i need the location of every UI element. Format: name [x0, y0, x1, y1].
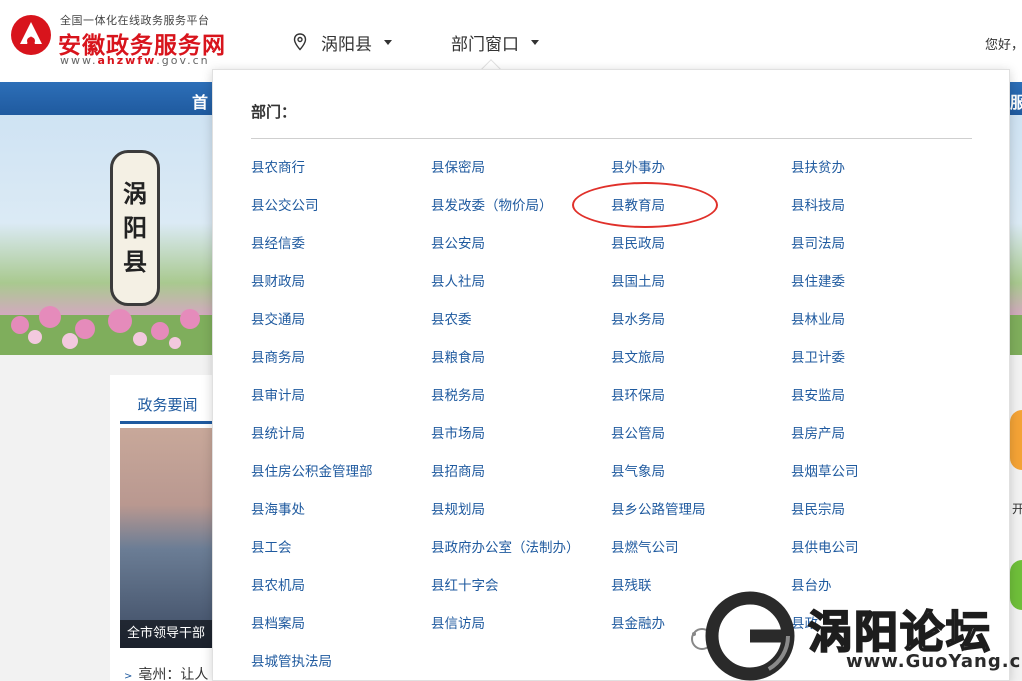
dept-link[interactable]: 县农机局	[251, 576, 431, 614]
side-text: 开	[1012, 502, 1022, 516]
dept-link[interactable]: 县农委	[431, 310, 611, 348]
location-pin-icon	[293, 33, 307, 51]
brand-url: www.ahzwfw.gov.cn	[60, 54, 210, 67]
dept-window-label: 部门窗口	[451, 34, 519, 55]
chevron-down-icon	[531, 39, 539, 45]
dept-link[interactable]: 县农商行	[251, 158, 431, 196]
dept-window-menu[interactable]: 部门窗口	[451, 30, 539, 55]
location-selector[interactable]: 涡阳县	[293, 30, 392, 55]
dept-link[interactable]: 县残联	[611, 576, 791, 614]
dept-link[interactable]: 县供电公司	[791, 538, 971, 576]
dept-link[interactable]: 县水务局	[611, 310, 791, 348]
chevron-down-icon	[384, 39, 392, 45]
dept-link[interactable]: 县商务局	[251, 348, 431, 386]
dept-link[interactable]: 县招商局	[431, 462, 611, 500]
dept-dropdown-panel: 部门： 县农商行 县保密局 县外事办 县扶贫办 县公交公司 县发改委（物价局） 县教育局 县科…	[212, 69, 1010, 681]
dept-link[interactable]: 县林业局	[791, 310, 971, 348]
dept-link[interactable]: 县烟草公司	[791, 462, 971, 500]
dept-link[interactable]: 县政府办公室（法制办）	[431, 538, 611, 576]
dept-link[interactable]: 县扶贫办	[791, 158, 971, 196]
dept-link[interactable]: 县工会	[251, 538, 431, 576]
site-logo-icon[interactable]	[10, 14, 52, 56]
dept-link[interactable]: 县住建委	[791, 272, 971, 310]
dept-link[interactable]: 县安监局	[791, 386, 971, 424]
watermark-url: www.GuoYang.cc	[846, 651, 1022, 672]
dept-link[interactable]: 县粮食局	[431, 348, 611, 386]
county-name-tag: 涡 阳 县	[110, 150, 160, 306]
dept-link[interactable]: 县档案局	[251, 614, 431, 652]
dept-link[interactable]: 县公交公司	[251, 196, 431, 234]
dept-link[interactable]: 县司法局	[791, 234, 971, 272]
dept-link[interactable]: 县环保局	[611, 386, 791, 424]
dept-link[interactable]: 县城管执法局	[251, 652, 431, 681]
dept-link[interactable]: 县卫计委	[791, 348, 971, 386]
tab-gov-news[interactable]: 政务要闻	[120, 390, 215, 424]
service-badge-icon[interactable]	[1010, 560, 1022, 610]
dept-link[interactable]: 县保密局	[431, 158, 611, 196]
dept-link[interactable]: 县审计局	[251, 386, 431, 424]
news-list-item[interactable]: > 亳州：让人	[124, 664, 208, 681]
nav-item-home[interactable]: 首	[192, 89, 208, 113]
dept-link[interactable]: 县金融办	[611, 614, 791, 652]
dept-heading: 部门：	[251, 103, 297, 121]
dept-link[interactable]: 县经信委	[251, 234, 431, 272]
dept-link[interactable]: 县房产局	[791, 424, 971, 462]
dept-link[interactable]: 县住房公积金管理部	[251, 462, 431, 500]
dept-link[interactable]: 县交通局	[251, 310, 431, 348]
dept-link[interactable]: 县规划局	[431, 500, 611, 538]
dept-link[interactable]: 县公管局	[611, 424, 791, 462]
bullet-icon: >	[124, 671, 133, 681]
news-photo-caption[interactable]: 全市领导干部	[120, 620, 212, 648]
dept-link[interactable]: 县民政局	[611, 234, 791, 272]
dept-link[interactable]: 县财政局	[251, 272, 431, 310]
dept-link[interactable]: 县公安局	[431, 234, 611, 272]
divider	[251, 138, 972, 139]
service-badge-icon[interactable]	[1010, 410, 1022, 470]
dept-link[interactable]: 县红十字会	[431, 576, 611, 614]
dept-link[interactable]: 县海事处	[251, 500, 431, 538]
dept-link[interactable]: 县乡公路管理局	[611, 500, 791, 538]
dept-link[interactable]: 县税务局	[431, 386, 611, 424]
dept-link[interactable]: 县人社局	[431, 272, 611, 310]
user-greeting: 您好，	[985, 38, 1022, 53]
dept-link[interactable]: 县气象局	[611, 462, 791, 500]
news-photo[interactable]	[120, 428, 212, 648]
dept-link[interactable]: 县信访局	[431, 614, 611, 652]
dept-link[interactable]: 县文旅局	[611, 348, 791, 386]
dept-link[interactable]: 县国土局	[611, 272, 791, 310]
dept-link[interactable]: 县科技局	[791, 196, 971, 234]
nav-item-service[interactable]: 服	[1010, 89, 1022, 113]
dept-link[interactable]: 县市场局	[431, 424, 611, 462]
dept-link[interactable]: 县统计局	[251, 424, 431, 462]
dept-link[interactable]: 县民宗局	[791, 500, 971, 538]
dept-link[interactable]: 县燃气公司	[611, 538, 791, 576]
highlight-circle	[572, 182, 718, 228]
location-label: 涡阳县	[321, 34, 372, 55]
